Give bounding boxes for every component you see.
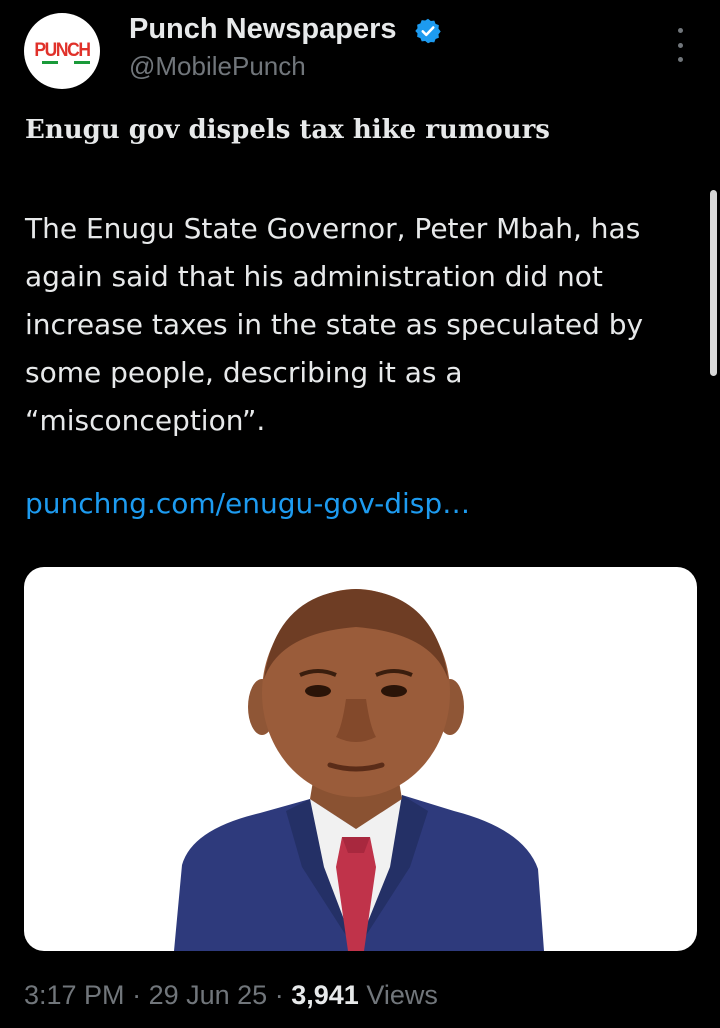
tweet-body: The Enugu State Governor, Peter Mbah, ha… <box>25 212 644 437</box>
article-link[interactable]: punchng.com/enugu-gov-disp… <box>25 487 470 520</box>
verified-badge-icon <box>415 18 441 44</box>
author-name[interactable]: Punch Newspapers <box>129 13 397 46</box>
views-label: Views <box>366 980 438 1010</box>
meta-separator-2: · <box>274 980 284 1010</box>
more-options-icon[interactable] <box>670 28 690 62</box>
views-count[interactable]: 3,941 <box>291 980 359 1010</box>
punch-logo: PUNCH <box>34 40 91 61</box>
author-avatar[interactable]: PUNCH <box>24 13 100 89</box>
author-handle[interactable]: @MobilePunch <box>129 51 306 82</box>
portrait-illustration <box>174 589 544 951</box>
tweet-time[interactable]: 3:17 PM <box>24 980 125 1010</box>
tweet-headline: Enugu gov dispels tax hike rumours <box>25 115 550 145</box>
scrollbar[interactable] <box>710 190 717 376</box>
tweet-date[interactable]: 29 Jun 25 <box>149 980 268 1010</box>
meta-separator: · <box>132 980 142 1010</box>
tweet-metadata: 3:17 PM · 29 Jun 25 · 3,941 Views <box>24 980 438 1011</box>
tweet-media-image[interactable] <box>24 567 697 951</box>
